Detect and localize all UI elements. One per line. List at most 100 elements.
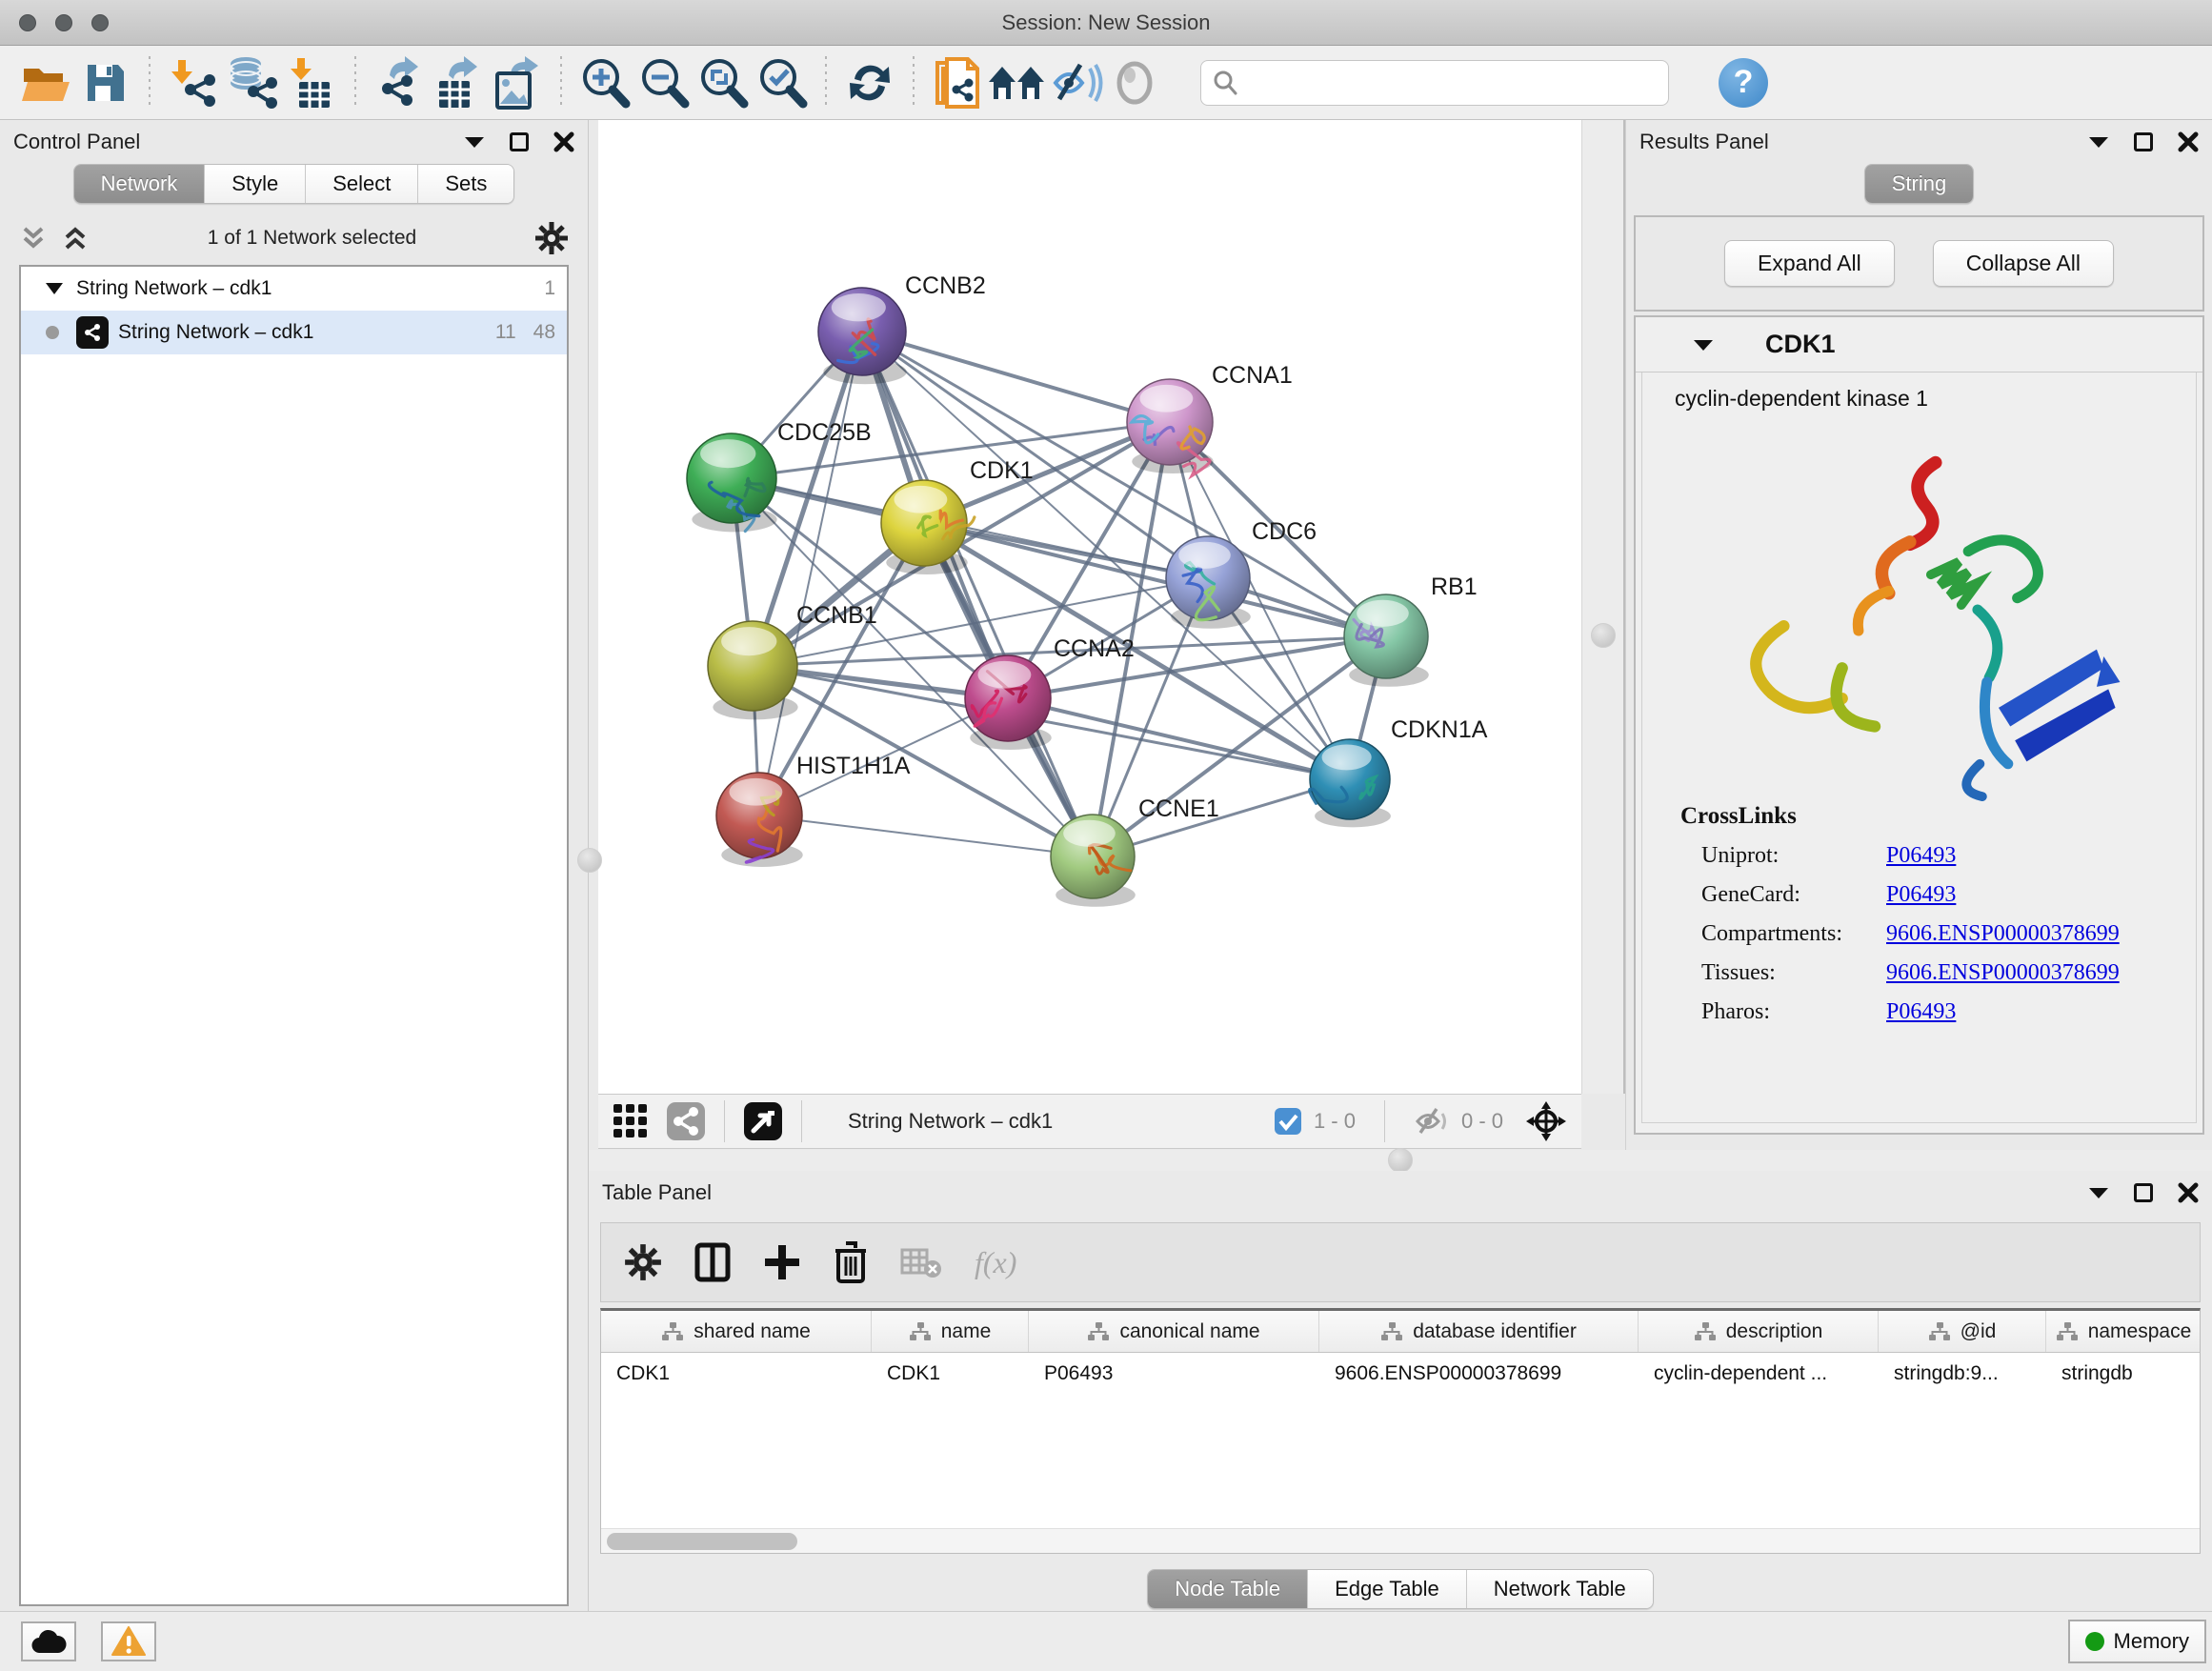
hide-display-button[interactable] bbox=[1046, 53, 1105, 112]
tree-expand-icon[interactable] bbox=[46, 283, 63, 294]
expand-all-button[interactable]: Expand All bbox=[1724, 240, 1895, 287]
fit-selected-crosshair-icon[interactable] bbox=[1524, 1099, 1568, 1143]
column-header-@id[interactable]: @id bbox=[1879, 1311, 2046, 1352]
help-button[interactable]: ? bbox=[1719, 58, 1768, 108]
tab-node-table[interactable]: Node Table bbox=[1148, 1570, 1307, 1608]
panel-close-icon[interactable] bbox=[553, 131, 574, 152]
home-button[interactable] bbox=[987, 53, 1046, 112]
column-header-database-identifier[interactable]: database identifier bbox=[1319, 1311, 1639, 1352]
node-RB1[interactable]: RB1 bbox=[1344, 574, 1478, 687]
tab-network[interactable]: Network bbox=[74, 165, 205, 203]
tab-string[interactable]: String bbox=[1865, 165, 1973, 203]
warnings-button[interactable] bbox=[101, 1621, 156, 1661]
refresh-button[interactable] bbox=[840, 53, 899, 112]
import-network-database-button[interactable] bbox=[223, 53, 282, 112]
grid-view-icon[interactable] bbox=[612, 1102, 650, 1140]
edge-CCNA2-CDKN1A[interactable] bbox=[1008, 698, 1350, 779]
node-label: CCNB2 bbox=[905, 272, 986, 299]
panel-menu-icon[interactable] bbox=[464, 135, 485, 149]
panel-close-icon[interactable] bbox=[2178, 1182, 2199, 1203]
open-session-button[interactable] bbox=[17, 53, 76, 112]
node-CCNB2[interactable]: CCNB2 bbox=[818, 272, 986, 384]
show-display-button[interactable] bbox=[1105, 53, 1164, 112]
column-header-description[interactable]: description bbox=[1639, 1311, 1879, 1352]
crosslink-link[interactable]: P06493 bbox=[1886, 999, 1956, 1025]
expand-all-tree-icon[interactable] bbox=[19, 224, 48, 252]
horizontal-splitter[interactable] bbox=[589, 1150, 2212, 1171]
export-network-button[interactable] bbox=[370, 53, 429, 112]
import-network-file-button[interactable] bbox=[164, 53, 223, 112]
column-header-canonical-name[interactable]: canonical name bbox=[1029, 1311, 1319, 1352]
zoom-selected-button[interactable] bbox=[753, 53, 812, 112]
network-row[interactable]: String Network – cdk1 11 48 bbox=[21, 311, 567, 354]
gear-icon[interactable] bbox=[534, 221, 569, 255]
toolbar-separator bbox=[801, 1100, 802, 1142]
import-table-button[interactable] bbox=[282, 53, 341, 112]
column-header-name[interactable]: name bbox=[872, 1311, 1029, 1352]
crosslink-link[interactable]: 9606.ENSP00000378699 bbox=[1886, 960, 2120, 986]
table-settings-gear-icon[interactable] bbox=[624, 1243, 662, 1281]
gene-details: cyclin-dependent kinase 1 bbox=[1641, 372, 2197, 1123]
node-HIST1H1A[interactable]: HIST1H1A bbox=[716, 753, 911, 867]
birds-eye-view-icon[interactable] bbox=[742, 1100, 784, 1142]
vertical-splitter[interactable] bbox=[1581, 120, 1625, 1094]
table-row[interactable]: CDK1CDK1P064939606.ENSP00000378699cyclin… bbox=[601, 1353, 2200, 1395]
panel-menu-icon[interactable] bbox=[2088, 1186, 2109, 1199]
panel-close-icon[interactable] bbox=[2178, 131, 2199, 152]
crosslink-label: Uniprot: bbox=[1680, 843, 1886, 869]
network-collection-row[interactable]: String Network – cdk1 1 bbox=[21, 267, 567, 311]
collapse-all-button[interactable]: Collapse All bbox=[1933, 240, 2114, 287]
network-graph[interactable]: CCNB2CCNA1CDC25BCDK1CDC6RB1CCNB1CCNA2CDK… bbox=[598, 120, 1581, 1094]
tab-network-table[interactable]: Network Table bbox=[1466, 1570, 1653, 1608]
eye-icon bbox=[1111, 59, 1158, 107]
column-header-shared-name[interactable]: shared name bbox=[601, 1311, 872, 1352]
panel-menu-icon[interactable] bbox=[2088, 135, 2109, 149]
delete-column-trash-icon[interactable] bbox=[834, 1241, 868, 1283]
network-selection-status: 1 of 1 Network selected bbox=[90, 227, 534, 250]
show-columns-icon[interactable] bbox=[694, 1242, 731, 1282]
node-CCNA1[interactable]: CCNA1 bbox=[1127, 362, 1293, 475]
edge-CCNB2-CCNA1[interactable] bbox=[862, 332, 1170, 422]
tab-select[interactable]: Select bbox=[305, 165, 417, 203]
crosslinks-section: CrossLinks Uniprot:P06493GeneCard:P06493… bbox=[1680, 803, 2120, 1038]
collapse-all-tree-icon[interactable] bbox=[61, 224, 90, 252]
network-view-canvas[interactable]: CCNB2CCNA1CDC25BCDK1CDC6RB1CCNB1CCNA2CDK… bbox=[598, 120, 1581, 1094]
crosslink-link[interactable]: P06493 bbox=[1886, 882, 1956, 908]
tab-sets[interactable]: Sets bbox=[417, 165, 513, 203]
network-from-file-button[interactable] bbox=[928, 53, 987, 112]
vertical-splitter-handle[interactable] bbox=[1591, 623, 1616, 648]
crosslink-link[interactable]: 9606.ENSP00000378699 bbox=[1886, 921, 2120, 947]
column-header-namespace[interactable]: namespace bbox=[2046, 1311, 2201, 1352]
tab-style[interactable]: Style bbox=[204, 165, 305, 203]
zoom-out-button[interactable] bbox=[634, 53, 694, 112]
panel-float-icon[interactable] bbox=[510, 132, 529, 151]
export-image-button[interactable] bbox=[488, 53, 547, 112]
node-CDKN1A[interactable]: CDKN1A bbox=[1310, 716, 1488, 827]
network-type-icon bbox=[76, 316, 109, 349]
zoom-in-button[interactable] bbox=[575, 53, 634, 112]
memory-button[interactable]: Memory bbox=[2068, 1620, 2206, 1663]
edge-CCNB2-HIST1H1A[interactable] bbox=[759, 332, 862, 815]
section-collapse-icon[interactable] bbox=[1693, 338, 1714, 352]
search-input[interactable] bbox=[1239, 71, 1639, 93]
left-splitter-handle[interactable] bbox=[577, 848, 602, 873]
cloud-status-button[interactable] bbox=[21, 1621, 76, 1661]
scrollbar-thumb[interactable] bbox=[607, 1533, 797, 1550]
crosslink-link[interactable]: P06493 bbox=[1886, 843, 1956, 869]
horizontal-splitter-handle[interactable] bbox=[1388, 1148, 1413, 1173]
panel-float-icon[interactable] bbox=[2134, 132, 2153, 151]
table-horizontal-scrollbar[interactable] bbox=[601, 1528, 2200, 1553]
panel-float-icon[interactable] bbox=[2134, 1183, 2153, 1202]
edge-HIST1H1A-CCNE1[interactable] bbox=[759, 815, 1093, 856]
node-CCNE1[interactable]: CCNE1 bbox=[1051, 795, 1219, 907]
zoom-fit-button[interactable] bbox=[694, 53, 753, 112]
selected-checkbox-icon[interactable] bbox=[1274, 1107, 1302, 1136]
network-view-mode-icon[interactable] bbox=[665, 1100, 707, 1142]
application-window: Session: New Session bbox=[0, 0, 2212, 1671]
save-session-button[interactable] bbox=[76, 53, 135, 112]
node-label: HIST1H1A bbox=[796, 753, 911, 779]
gene-section-header[interactable]: CDK1 bbox=[1636, 317, 2202, 372]
export-table-button[interactable] bbox=[429, 53, 488, 112]
tab-edge-table[interactable]: Edge Table bbox=[1307, 1570, 1466, 1608]
add-column-icon[interactable] bbox=[763, 1243, 801, 1281]
